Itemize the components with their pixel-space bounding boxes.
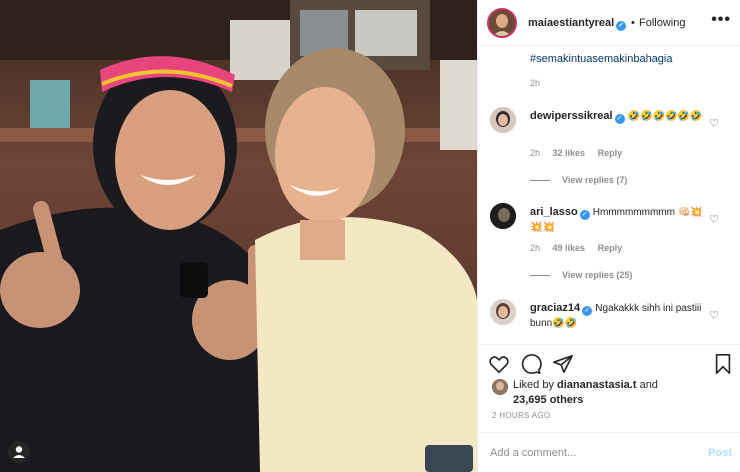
- heart-icon[interactable]: [488, 353, 510, 375]
- replies-divider: [530, 275, 550, 277]
- comment-username[interactable]: graciaz14: [530, 302, 580, 314]
- post-photo[interactable]: [0, 0, 477, 472]
- comments-list[interactable]: #semakintuasemakinbahagia 2h dewiperssik…: [478, 47, 740, 343]
- author-avatar[interactable]: [487, 8, 517, 38]
- likes-and: and: [636, 379, 658, 391]
- liker-username[interactable]: diananastasia.t: [557, 379, 636, 391]
- share-icon[interactable]: [552, 353, 574, 375]
- comment-likes[interactable]: 32 likes: [553, 148, 586, 158]
- verified-badge-icon: ✓: [614, 114, 625, 124]
- comment-meta: 2h 49 likes Reply: [530, 243, 632, 253]
- author-username[interactable]: maiaestiantyreal ✓: [528, 17, 627, 31]
- following-button[interactable]: Following: [639, 17, 685, 29]
- comment-time: 2h: [530, 243, 541, 253]
- reply-button[interactable]: Reply: [598, 243, 623, 253]
- view-replies-button[interactable]: View replies (25): [530, 270, 632, 280]
- comment-like-icon[interactable]: ♡: [709, 309, 719, 322]
- liker-avatar-image: [492, 379, 508, 395]
- view-replies-button[interactable]: View replies (7): [530, 175, 627, 185]
- liker-avatar[interactable]: [492, 379, 508, 395]
- user-tag-icon[interactable]: [8, 441, 30, 463]
- post-actions-bar: [478, 344, 740, 380]
- add-comment-bar: Post: [478, 432, 740, 472]
- commenter-avatar-image: [490, 107, 516, 133]
- commenter-avatar-image: [490, 203, 516, 229]
- bookmark-icon[interactable]: [712, 353, 734, 375]
- caption-hashtag[interactable]: #semakintuasemakinbahagia: [530, 53, 672, 65]
- commenter-avatar[interactable]: [490, 107, 516, 133]
- post-side-panel: maiaestiantyreal ✓ • Following ••• #semak…: [477, 0, 740, 472]
- comment-body: 🤣🤣🤣🤣🤣🤣: [627, 111, 703, 122]
- add-comment-input[interactable]: [490, 443, 690, 463]
- replies-divider: [530, 180, 550, 182]
- comment-meta: 2h 32 likes Reply: [530, 148, 632, 158]
- commenter-avatar[interactable]: [490, 203, 516, 229]
- comment-like-icon[interactable]: ♡: [709, 213, 719, 226]
- caption-time: 2h: [530, 78, 541, 88]
- post-time-ago: 2 HOURS AGO: [492, 411, 551, 420]
- comment-likes[interactable]: 49 likes: [553, 243, 586, 253]
- comment-time: 2h: [530, 148, 541, 158]
- post-image: [0, 0, 477, 472]
- reply-button[interactable]: Reply: [598, 148, 623, 158]
- commenter-avatar[interactable]: [490, 299, 516, 325]
- verified-badge-icon: ✓: [579, 210, 590, 220]
- header-separator: •: [631, 17, 635, 29]
- person-glyph: [13, 446, 25, 458]
- author-avatar-image: [489, 10, 515, 36]
- comment-text: graciaz14 ✓ Ngakakkk sihh ini pastiii bun…: [530, 301, 708, 331]
- comment-text: dewiperssikreal ✓ 🤣🤣🤣🤣🤣🤣: [530, 109, 708, 124]
- verified-badge-icon: ✓: [582, 306, 593, 316]
- post-header: maiaestiantyreal ✓ • Following •••: [478, 0, 740, 46]
- comment-username[interactable]: ari_lasso: [530, 206, 578, 218]
- comment-icon[interactable]: [520, 353, 542, 375]
- likes-text: Liked by diananastasia.t and 23,695 othe…: [513, 378, 658, 408]
- likes-count[interactable]: 23,695 others: [513, 394, 583, 406]
- comment-like-icon[interactable]: ♡: [709, 117, 719, 130]
- more-options-icon[interactable]: •••: [711, 11, 731, 29]
- comment-text: ari_lasso ✓ Hmmmmmmmmm 👊🏻💥💥💥: [530, 205, 708, 235]
- commenter-avatar-image: [490, 299, 516, 325]
- likes-prefix: Liked by: [513, 379, 558, 391]
- post-comment-button[interactable]: Post: [708, 447, 732, 459]
- comment-username[interactable]: dewiperssikreal: [530, 110, 613, 122]
- verified-badge-icon: ✓: [616, 21, 627, 31]
